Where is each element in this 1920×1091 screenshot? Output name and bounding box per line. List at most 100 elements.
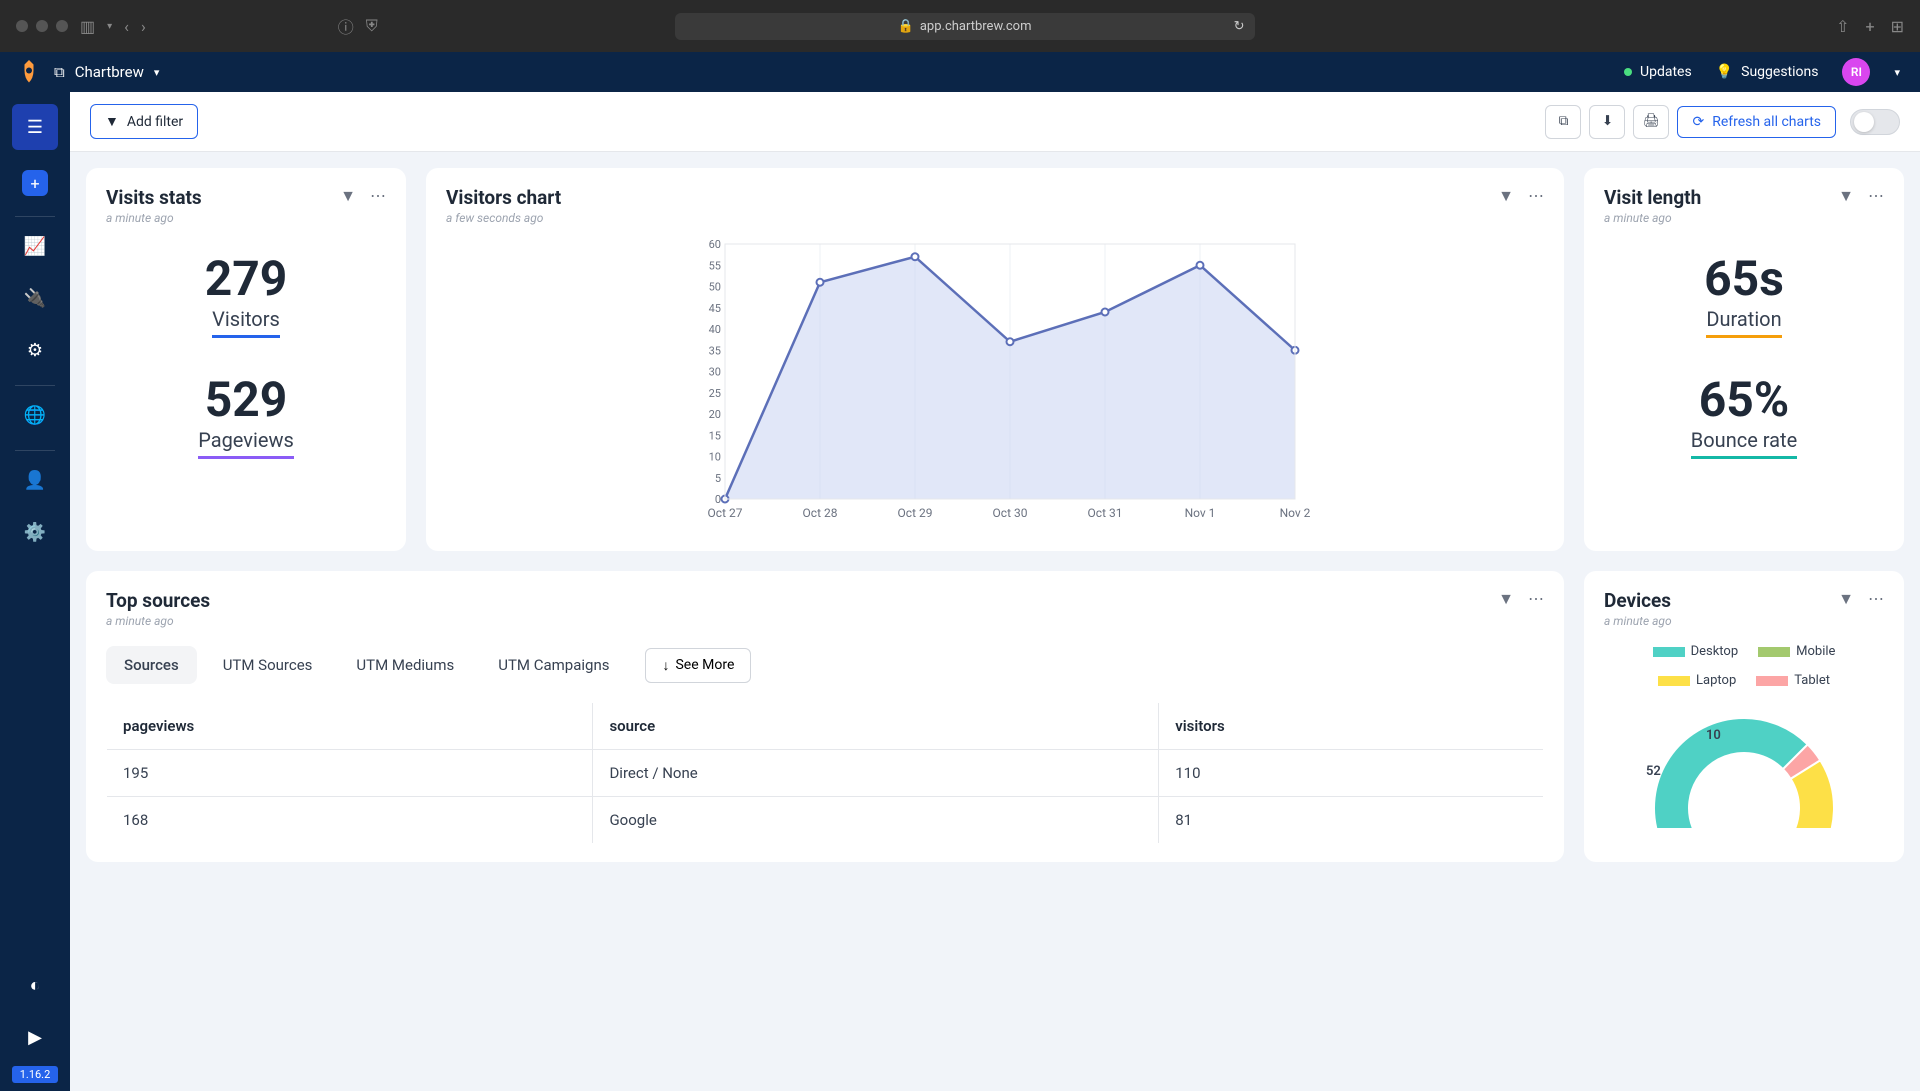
legend-item[interactable]: Mobile: [1758, 644, 1835, 659]
minimize-window[interactable]: [36, 20, 48, 32]
sidebar-item-team-settings[interactable]: ⚙️: [12, 509, 58, 555]
legend-swatch: [1658, 676, 1690, 686]
tab-utm-campaigns[interactable]: UTM Campaigns: [480, 646, 627, 684]
maximize-window[interactable]: [56, 20, 68, 32]
team-selector[interactable]: ⧉ Chartbrew ▾: [54, 63, 159, 81]
copy-icon: ⧉: [1559, 114, 1569, 129]
shield-icon[interactable]: ⛨: [366, 16, 378, 36]
legend-item[interactable]: Laptop: [1658, 673, 1736, 688]
svg-text:Oct 28: Oct 28: [803, 506, 838, 520]
updates-link[interactable]: Updates: [1624, 64, 1692, 80]
svg-text:35: 35: [709, 344, 721, 357]
more-icon[interactable]: ⋯: [1528, 186, 1544, 206]
sidebar-item-charts[interactable]: 📈: [12, 223, 58, 269]
sidebar-toggle-icon[interactable]: ▥: [80, 17, 95, 36]
sidebar-item-theme-toggle[interactable]: ◐: [12, 962, 58, 1008]
refresh-all-button[interactable]: ⟳ Refresh all charts: [1677, 106, 1836, 138]
card-title: Visits stats: [106, 186, 340, 209]
svg-text:5: 5: [715, 472, 721, 485]
url-bar[interactable]: 🔒 app.chartbrew.com ↻: [675, 13, 1255, 40]
kpi-bounce-value: 65%: [1604, 376, 1884, 424]
filter-icon[interactable]: ▼: [1498, 589, 1514, 609]
divider: [15, 216, 55, 217]
more-icon[interactable]: ⋯: [370, 186, 386, 206]
sidebar-item-present[interactable]: ▶: [12, 1014, 58, 1060]
add-filter-button[interactable]: ▼ Add filter: [90, 104, 198, 139]
refresh-label: Refresh all charts: [1712, 114, 1821, 130]
app-topbar: ⧉ Chartbrew ▾ Updates 💡 Suggestions RI ▾: [0, 52, 1920, 92]
share-icon[interactable]: ⇧: [1836, 17, 1849, 36]
suggestions-link[interactable]: 💡 Suggestions: [1716, 64, 1819, 80]
cell-source: Google: [593, 797, 1159, 844]
tab-sources[interactable]: Sources: [106, 646, 197, 684]
legend-label: Desktop: [1691, 644, 1739, 659]
lightbulb-icon: 💡: [1716, 64, 1733, 80]
card-title: Visit length: [1604, 186, 1838, 209]
legend-item[interactable]: Desktop: [1653, 644, 1739, 659]
arrow-down-icon: ↓: [662, 657, 669, 674]
sidebar-item-members[interactable]: 👤: [12, 457, 58, 503]
filter-icon[interactable]: ▼: [1498, 186, 1514, 206]
more-icon[interactable]: ⋯: [1868, 186, 1884, 206]
see-more-label: See More: [675, 657, 734, 673]
donut-chart: 52 10: [1604, 698, 1884, 828]
user-icon: 👤: [24, 470, 46, 491]
card-subtitle: a minute ago: [106, 614, 1498, 628]
tab-utm-mediums[interactable]: UTM Mediums: [338, 646, 472, 684]
info-icon[interactable]: ⓘ: [338, 14, 354, 38]
devices-legend: Desktop Mobile Laptop Tablet: [1604, 644, 1884, 688]
filter-icon[interactable]: ▼: [340, 186, 356, 206]
card-top-sources: Top sources a minute ago ▼ ⋯ Sources UTM…: [86, 571, 1564, 862]
user-avatar[interactable]: RI: [1842, 58, 1870, 86]
tabs-icon[interactable]: ⊞: [1891, 17, 1904, 36]
team-name: Chartbrew: [75, 63, 144, 81]
chevron-down-icon[interactable]: ▾: [107, 21, 112, 32]
list-icon: ☰: [27, 117, 43, 138]
toggle-icon: ◐: [30, 975, 41, 996]
sidebar-item-dashboard[interactable]: ☰: [12, 104, 58, 150]
legend-item[interactable]: Tablet: [1756, 673, 1830, 688]
sidebar-item-settings[interactable]: ⚙: [12, 327, 58, 373]
chevron-down-icon[interactable]: ▾: [1894, 66, 1900, 79]
col-visitors[interactable]: visitors: [1159, 703, 1544, 750]
close-window[interactable]: [16, 20, 28, 32]
legend-label: Mobile: [1796, 644, 1835, 659]
svg-text:Oct 30: Oct 30: [993, 506, 1028, 520]
new-tab-icon[interactable]: +: [1866, 17, 1875, 36]
more-icon[interactable]: ⋯: [1528, 589, 1544, 609]
lock-icon: 🔒: [898, 19, 914, 34]
brand-logo[interactable]: [20, 58, 40, 86]
forward-icon[interactable]: ›: [141, 17, 146, 36]
col-pageviews[interactable]: pageviews: [107, 703, 593, 750]
legend-label: Laptop: [1696, 673, 1736, 688]
card-title: Top sources: [106, 589, 1498, 612]
slice-label-laptop: 52: [1646, 764, 1661, 779]
kpi-visitors-value: 279: [106, 255, 386, 303]
svg-text:Nov 1: Nov 1: [1185, 506, 1216, 520]
copy-button[interactable]: ⧉: [1545, 105, 1581, 139]
sidebar-item-connections[interactable]: 🔌: [12, 275, 58, 321]
col-source[interactable]: source: [593, 703, 1159, 750]
tab-utm-sources[interactable]: UTM Sources: [205, 646, 331, 684]
card-devices: Devices a minute ago ▼ ⋯ DesktopMobileLa…: [1584, 571, 1904, 862]
print-button[interactable]: 🖨: [1633, 105, 1669, 139]
filter-icon[interactable]: ▼: [1838, 186, 1854, 206]
more-icon[interactable]: ⋯: [1868, 589, 1884, 609]
reload-icon[interactable]: ↻: [1234, 19, 1245, 34]
filter-icon[interactable]: ▼: [1838, 589, 1854, 609]
sidebar-item-public[interactable]: 🌐: [12, 392, 58, 438]
plug-icon: 🔌: [24, 288, 46, 309]
back-icon[interactable]: ‹: [124, 17, 129, 36]
download-button[interactable]: ⬇: [1589, 105, 1625, 139]
see-more-button[interactable]: ↓ See More: [645, 648, 751, 683]
svg-text:10: 10: [709, 451, 721, 464]
auto-refresh-toggle[interactable]: [1850, 109, 1900, 135]
svg-text:25: 25: [709, 387, 721, 400]
kpi-duration-label: Duration: [1706, 307, 1781, 338]
card-visits-stats: Visits stats a minute ago ▼ ⋯ 279 Visito…: [86, 168, 406, 551]
suggestions-label: Suggestions: [1741, 64, 1818, 80]
svg-text:0: 0: [715, 493, 721, 506]
line-chart: 051015202530354045505560 Oct 27Oct 28Oct…: [446, 239, 1544, 533]
svg-text:Oct 27: Oct 27: [708, 506, 743, 520]
sidebar-item-add[interactable]: +: [22, 170, 48, 196]
